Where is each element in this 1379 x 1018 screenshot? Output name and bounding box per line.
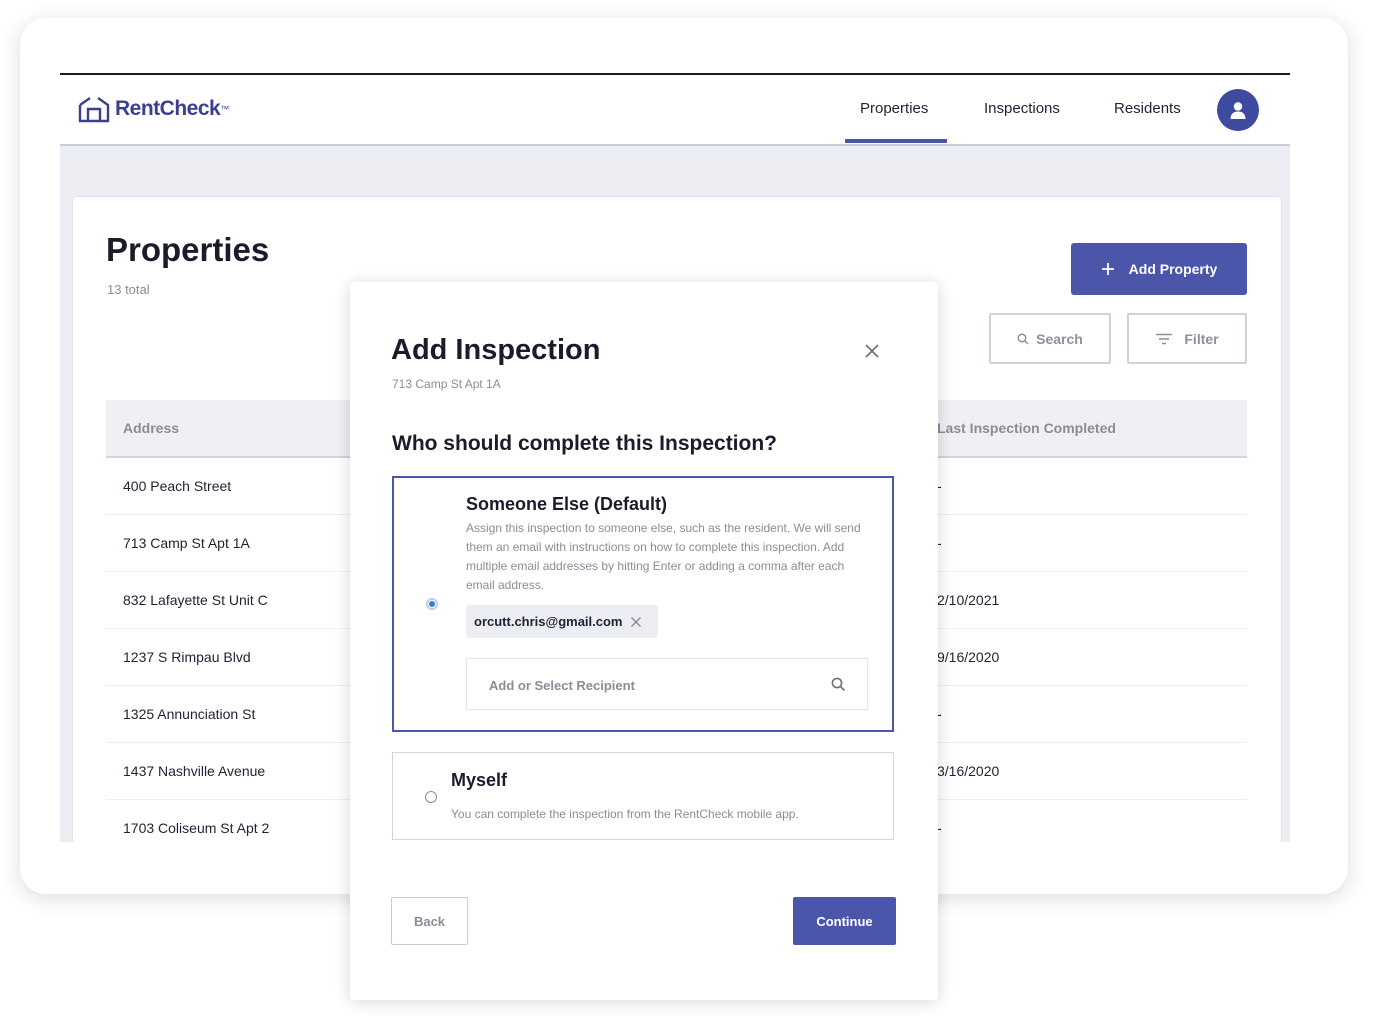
nav-inspections[interactable]: Inspections	[984, 100, 1060, 117]
add-property-button[interactable]: Add Property	[1071, 243, 1247, 295]
user-avatar[interactable]	[1217, 89, 1259, 131]
active-nav-indicator	[845, 139, 947, 143]
nav-residents[interactable]: Residents	[1114, 100, 1181, 117]
search-button[interactable]: Search	[989, 313, 1111, 364]
row-address: 400 Peach Street	[123, 478, 232, 494]
recipient-input[interactable]	[467, 659, 831, 711]
recipient-chip: orcutt.chris@gmail.com	[466, 605, 658, 638]
myself-radio[interactable]	[425, 791, 437, 803]
add-property-label: Add Property	[1128, 261, 1218, 277]
continue-button[interactable]: Continue	[793, 897, 896, 945]
modal-title: Add Inspection	[391, 334, 601, 366]
someone-else-description: Assign this inspection to someone else, …	[466, 521, 861, 592]
logo[interactable]: RentCheck ™	[77, 95, 229, 123]
filter-icon	[1156, 333, 1173, 344]
plus-icon	[1101, 263, 1114, 275]
remove-recipient-icon[interactable]	[630, 616, 642, 628]
trademark: ™	[220, 104, 230, 114]
add-inspection-modal: Add Inspection 713 Camp St Apt 1A Who sh…	[350, 282, 938, 1000]
user-icon	[1230, 102, 1246, 119]
row-last-inspection: 2/10/2021	[937, 592, 1000, 608]
someone-else-title: Someone Else (Default)	[466, 494, 668, 514]
row-address: 713 Camp St Apt 1A	[123, 535, 250, 551]
row-last-inspection: 3/16/2020	[937, 763, 1000, 779]
row-address: 832 Lafayette St Unit C	[123, 592, 268, 608]
option-someone-else[interactable]: Someone Else (Default) Assign this inspe…	[392, 476, 894, 732]
row-address: 1237 S Rimpau Blvd	[123, 649, 251, 665]
option-myself[interactable]: Myself You can complete the inspection f…	[392, 752, 894, 840]
properties-count: 13 total	[107, 282, 150, 297]
row-last-inspection: 9/16/2020	[937, 649, 1000, 665]
row-address: 1325 Annunciation St	[123, 706, 256, 722]
search-icon[interactable]	[831, 677, 846, 692]
top-navigation: RentCheck ™ Properties Inspections Resid…	[60, 75, 1290, 146]
search-icon	[1017, 332, 1029, 345]
filter-button[interactable]: Filter	[1127, 313, 1247, 364]
column-last-inspection[interactable]: Last Inspection Completed	[937, 420, 1116, 436]
back-button[interactable]: Back	[391, 897, 468, 945]
row-address: 1437 Nashville Avenue	[123, 763, 266, 779]
search-label: Search	[1036, 330, 1083, 347]
recipient-chip-email: orcutt.chris@gmail.com	[474, 614, 623, 629]
modal-property-address: 713 Camp St Apt 1A	[392, 377, 501, 391]
modal-question: Who should complete this Inspection?	[392, 432, 778, 455]
column-address[interactable]: Address	[123, 420, 179, 436]
someone-else-radio[interactable]	[426, 598, 438, 610]
house-logo-icon	[78, 97, 110, 123]
myself-description: You can complete the inspection from the…	[451, 807, 799, 821]
row-address: 1703 Coliseum St Apt 2	[123, 820, 270, 836]
page-title: Properties	[106, 231, 270, 268]
myself-title: Myself	[451, 770, 508, 790]
filter-label: Filter	[1184, 330, 1219, 347]
close-icon[interactable]	[863, 342, 881, 360]
brand-name: RentCheck	[115, 97, 221, 120]
nav-properties[interactable]: Properties	[860, 100, 928, 117]
recipient-field	[466, 658, 868, 711]
